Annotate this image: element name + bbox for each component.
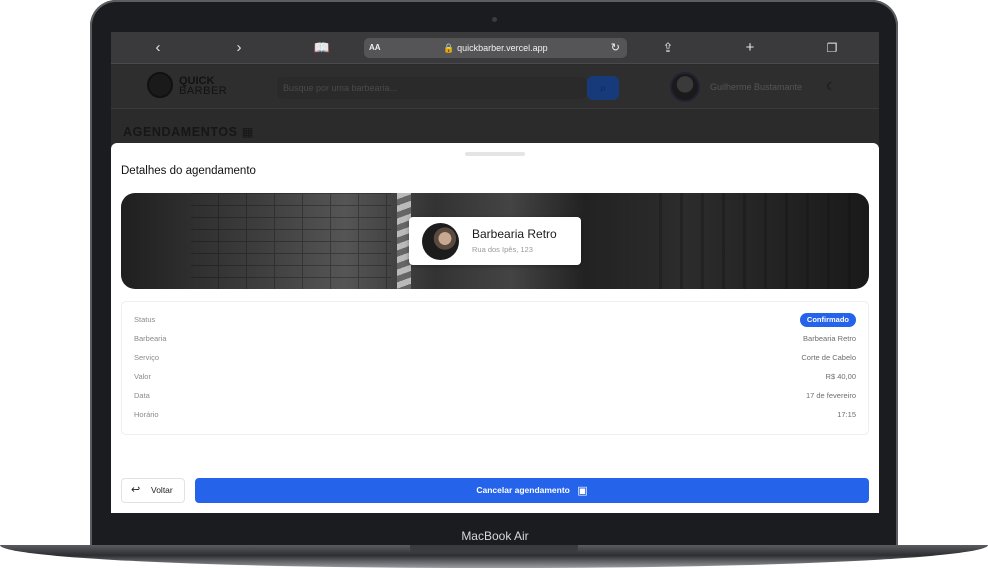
detail-label: Barbearia <box>134 334 167 343</box>
detail-value: Barbearia Retro <box>803 334 856 343</box>
search-icon: ⌕ <box>599 81 607 95</box>
back-button-label: Voltar <box>151 485 173 495</box>
detail-value: R$ 40,00 <box>825 372 856 381</box>
appointment-details-sheet: Detalhes do agendamento Barbearia Retro … <box>111 143 879 513</box>
avatar[interactable] <box>670 72 700 102</box>
search-input[interactable]: Busque por uma barbearia... <box>277 77 587 99</box>
url-text: quickbarber.vercel.app <box>457 43 548 53</box>
detail-value: 17:15 <box>837 410 856 419</box>
back-button[interactable]: ↩ Voltar <box>121 478 185 503</box>
calendar-icon: ▦ <box>241 125 255 139</box>
tabs-icon[interactable]: ❐ <box>822 38 842 58</box>
cancel-button-label: Cancelar agendamento <box>476 485 570 495</box>
back-chevron-icon[interactable]: ‹ <box>148 38 168 58</box>
moon-icon[interactable]: ☾ <box>826 80 836 93</box>
detail-row-barbershop: Barbearia Barbearia Retro <box>134 332 856 346</box>
shop-card: Barbearia Retro Rua dos Ipês, 123 <box>409 217 581 265</box>
screen: ‹ › 📖 AA 🔒 quickbarber.vercel.app ↻ ⇪ + … <box>111 32 879 513</box>
page-title-text: AGENDAMENTOS <box>123 125 238 139</box>
browser-toolbar: ‹ › 📖 AA 🔒 quickbarber.vercel.app ↻ ⇪ + … <box>111 32 879 64</box>
calendar-x-icon: ▣ <box>577 485 588 497</box>
laptop-notch <box>410 545 578 553</box>
lock-icon: 🔒 <box>443 43 455 53</box>
app-logo[interactable]: QUICK BARBER <box>179 76 228 97</box>
logo-icon <box>147 72 173 98</box>
shop-address: Rua dos Ipês, 123 <box>472 245 533 254</box>
return-arrow-icon: ↩ <box>131 484 141 496</box>
page-title: AGENDAMENTOS ▦ <box>123 124 254 139</box>
sheet-grabber[interactable] <box>465 152 525 156</box>
details-card: Status Confirmado Barbearia Barbearia Re… <box>121 301 869 435</box>
shop-avatar <box>422 223 459 260</box>
shop-name: Barbearia Retro <box>472 227 557 241</box>
detail-label: Valor <box>134 372 151 381</box>
device-label: MacBook Air <box>461 529 529 543</box>
bookmarks-icon[interactable]: 📖 <box>312 38 332 58</box>
reload-icon[interactable]: ↻ <box>611 38 620 58</box>
share-icon[interactable]: ⇪ <box>658 38 678 58</box>
address-bar[interactable]: AA 🔒 quickbarber.vercel.app ↻ <box>364 38 627 58</box>
sheet-title: Detalhes do agendamento <box>121 165 256 177</box>
forward-chevron-icon[interactable]: › <box>229 38 249 58</box>
detail-label: Data <box>134 391 150 400</box>
status-badge: Confirmado <box>799 313 856 327</box>
detail-label: Serviço <box>134 353 160 362</box>
detail-value: 17 de fevereiro <box>805 391 856 400</box>
cancel-appointment-button[interactable]: Cancelar agendamento ▣ <box>195 478 869 503</box>
detail-row-status: Status Confirmado <box>134 313 856 327</box>
logo-line2: BARBER <box>179 85 228 97</box>
detail-label: Horário <box>134 410 159 419</box>
user-name: Guilherme Bustamante <box>710 82 803 92</box>
detail-row-service: Serviço Corte de Cabelo <box>134 351 856 365</box>
new-tab-icon[interactable]: + <box>740 38 760 58</box>
camera <box>492 17 497 22</box>
detail-row-price: Valor R$ 40,00 <box>134 370 856 384</box>
detail-row-date: Data 17 de fevereiro <box>134 389 856 403</box>
detail-value: Corte de Cabelo <box>801 353 856 362</box>
detail-label: Status <box>134 315 156 324</box>
detail-row-time: Horário 17:15 <box>134 408 856 422</box>
search-button[interactable]: ⌕ <box>587 76 619 100</box>
